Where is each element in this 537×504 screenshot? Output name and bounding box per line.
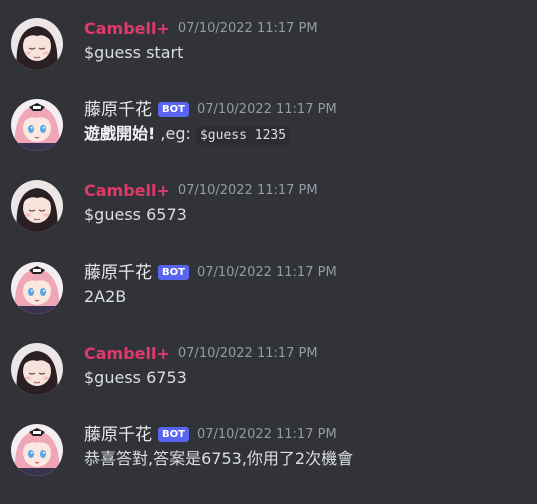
author-name[interactable]: Cambell+ <box>84 18 170 40</box>
inline-code: $guess 1235 <box>195 126 291 145</box>
message-item: 藤原千花 BOT 07/10/2022 11:17 PM 2A2B <box>0 262 537 342</box>
anime-girl-dark-hair-avatar[interactable] <box>11 343 63 395</box>
message-timestamp: 07/10/2022 11:17 PM <box>177 346 318 361</box>
message-content: $guess start <box>84 43 184 62</box>
message-item: Cambell+ 07/10/2022 11:17 PM $guess 6753 <box>0 343 537 423</box>
message-plain-text: ,eg: <box>155 124 196 143</box>
message-item: Cambell+ 07/10/2022 11:17 PM $guess 6573 <box>0 180 537 260</box>
message-bold-text: 遊戲開始! <box>84 124 156 143</box>
author-name[interactable]: 藤原千花 <box>84 262 152 284</box>
message-content: $guess 6753 <box>84 368 187 387</box>
anime-girl-dark-hair-avatar[interactable] <box>11 180 63 232</box>
message-item: Cambell+ 07/10/2022 11:17 PM $guess start <box>0 18 537 98</box>
bot-badge: BOT <box>158 426 189 442</box>
anime-girl-pink-hair-avatar[interactable] <box>11 262 63 314</box>
message-header: Cambell+ 07/10/2022 11:17 PM <box>84 180 318 202</box>
message-header: Cambell+ 07/10/2022 11:17 PM <box>84 18 318 40</box>
author-name[interactable]: Cambell+ <box>84 343 170 365</box>
anime-girl-pink-hair-avatar[interactable] <box>11 99 63 151</box>
anime-girl-pink-hair-avatar[interactable] <box>11 424 63 476</box>
message-header: 藤原千花 BOT 07/10/2022 11:17 PM <box>84 99 337 121</box>
message-content: 恭喜答對,答案是6753,你用了2次機會 <box>84 449 354 468</box>
message-timestamp: 07/10/2022 11:17 PM <box>196 427 337 442</box>
author-name[interactable]: Cambell+ <box>84 180 170 202</box>
bot-badge: BOT <box>158 101 189 117</box>
message-timestamp: 07/10/2022 11:17 PM <box>196 265 337 280</box>
message-header: 藤原千花 BOT 07/10/2022 11:17 PM <box>84 262 337 284</box>
message-header: 藤原千花 BOT 07/10/2022 11:17 PM <box>84 424 337 446</box>
message-timestamp: 07/10/2022 11:17 PM <box>177 183 318 198</box>
anime-girl-dark-hair-avatar[interactable] <box>11 18 63 70</box>
message-item: 藤原千花 BOT 07/10/2022 11:17 PM 遊戲開始! ,eg: $g… <box>0 99 537 179</box>
message-content: $guess 6573 <box>84 205 187 224</box>
bot-badge: BOT <box>158 264 189 280</box>
message-item: 藤原千花 BOT 07/10/2022 11:17 PM 恭喜答對,答案是6753,… <box>0 424 537 504</box>
message-feed: Cambell+ 07/10/2022 11:17 PM $guess start… <box>0 0 537 494</box>
author-name[interactable]: 藤原千花 <box>84 424 152 446</box>
author-name[interactable]: 藤原千花 <box>84 99 152 121</box>
message-timestamp: 07/10/2022 11:17 PM <box>177 21 318 36</box>
message-content: 2A2B <box>84 287 127 306</box>
message-content: 遊戲開始! ,eg: $guess 1235 <box>84 123 291 147</box>
message-header: Cambell+ 07/10/2022 11:17 PM <box>84 343 318 365</box>
message-timestamp: 07/10/2022 11:17 PM <box>196 102 337 117</box>
